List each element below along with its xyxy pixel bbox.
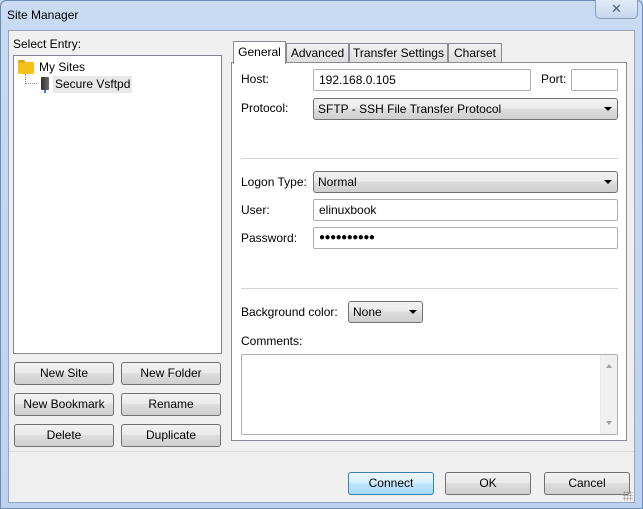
host-label: Host: — [241, 72, 270, 86]
new-folder-button[interactable]: New Folder — [121, 362, 221, 385]
comments-scrollbar[interactable] — [600, 355, 617, 434]
resize-grip-icon[interactable] — [623, 491, 633, 501]
host-input[interactable]: 192.168.0.105 — [313, 69, 531, 91]
divider — [241, 288, 618, 289]
protocol-value: SFTP - SSH File Transfer Protocol — [318, 102, 502, 116]
dialog-body: Select Entry: My Sites Secure Vsftpd New… — [8, 30, 635, 503]
tab-charset[interactable]: Charset — [448, 43, 502, 63]
background-color-label: Background color: — [241, 305, 338, 319]
port-input[interactable] — [571, 69, 618, 91]
chevron-down-icon — [604, 107, 612, 111]
port-label: Port: — [541, 72, 567, 86]
chevron-down-icon — [409, 310, 417, 314]
site-tree[interactable]: My Sites Secure Vsftpd — [13, 55, 222, 354]
protocol-select[interactable]: SFTP - SSH File Transfer Protocol — [313, 98, 618, 120]
tab-advanced[interactable]: Advanced — [286, 43, 349, 63]
new-site-button[interactable]: New Site — [14, 362, 114, 385]
chevron-down-icon — [604, 180, 612, 184]
divider — [241, 158, 618, 159]
select-entry-label: Select Entry: — [13, 37, 82, 51]
comments-textarea[interactable] — [241, 354, 618, 435]
ok-button[interactable]: OK — [445, 472, 531, 495]
folder-icon — [18, 60, 34, 74]
protocol-label: Protocol: — [241, 101, 289, 115]
rename-button[interactable]: Rename — [121, 393, 221, 416]
user-label: User: — [241, 203, 270, 217]
new-bookmark-button[interactable]: New Bookmark — [14, 393, 114, 416]
tab-transfer-settings[interactable]: Transfer Settings — [349, 43, 448, 63]
comments-label: Comments: — [241, 334, 303, 348]
connect-button[interactable]: Connect — [348, 472, 434, 495]
close-button[interactable]: ✕ — [595, 0, 638, 19]
scroll-up-icon[interactable] — [606, 364, 612, 368]
scroll-down-icon[interactable] — [606, 421, 612, 425]
background-color-value: None — [353, 305, 382, 319]
close-icon: ✕ — [611, 1, 622, 16]
footer-divider — [9, 451, 634, 452]
logon-type-value: Normal — [318, 175, 357, 189]
tab-general[interactable]: General — [233, 41, 286, 64]
tree-item-label: My Sites — [39, 60, 86, 74]
user-input[interactable]: elinuxbook — [313, 199, 618, 221]
tree-item-label: Secure Vsftpd — [53, 76, 133, 93]
logon-type-label: Logon Type: — [241, 175, 307, 189]
general-panel: Host: 192.168.0.105 Port: Protocol: SFTP… — [231, 62, 627, 441]
server-icon — [41, 77, 49, 93]
logon-type-select[interactable]: Normal — [313, 171, 618, 193]
background-color-select[interactable]: None — [348, 301, 423, 323]
tree-connector — [25, 74, 37, 84]
title-bar: Site Manager ✕ — [1, 0, 642, 30]
password-label: Password: — [241, 231, 298, 245]
cancel-button[interactable]: Cancel — [544, 472, 630, 495]
duplicate-button[interactable]: Duplicate — [121, 424, 221, 447]
window-title: Site Manager — [7, 8, 79, 22]
password-input[interactable]: ●●●●●●●●●● — [313, 227, 618, 249]
delete-button[interactable]: Delete — [14, 424, 114, 447]
site-manager-window: Site Manager ✕ Select Entry: My Sites Se… — [0, 0, 643, 509]
